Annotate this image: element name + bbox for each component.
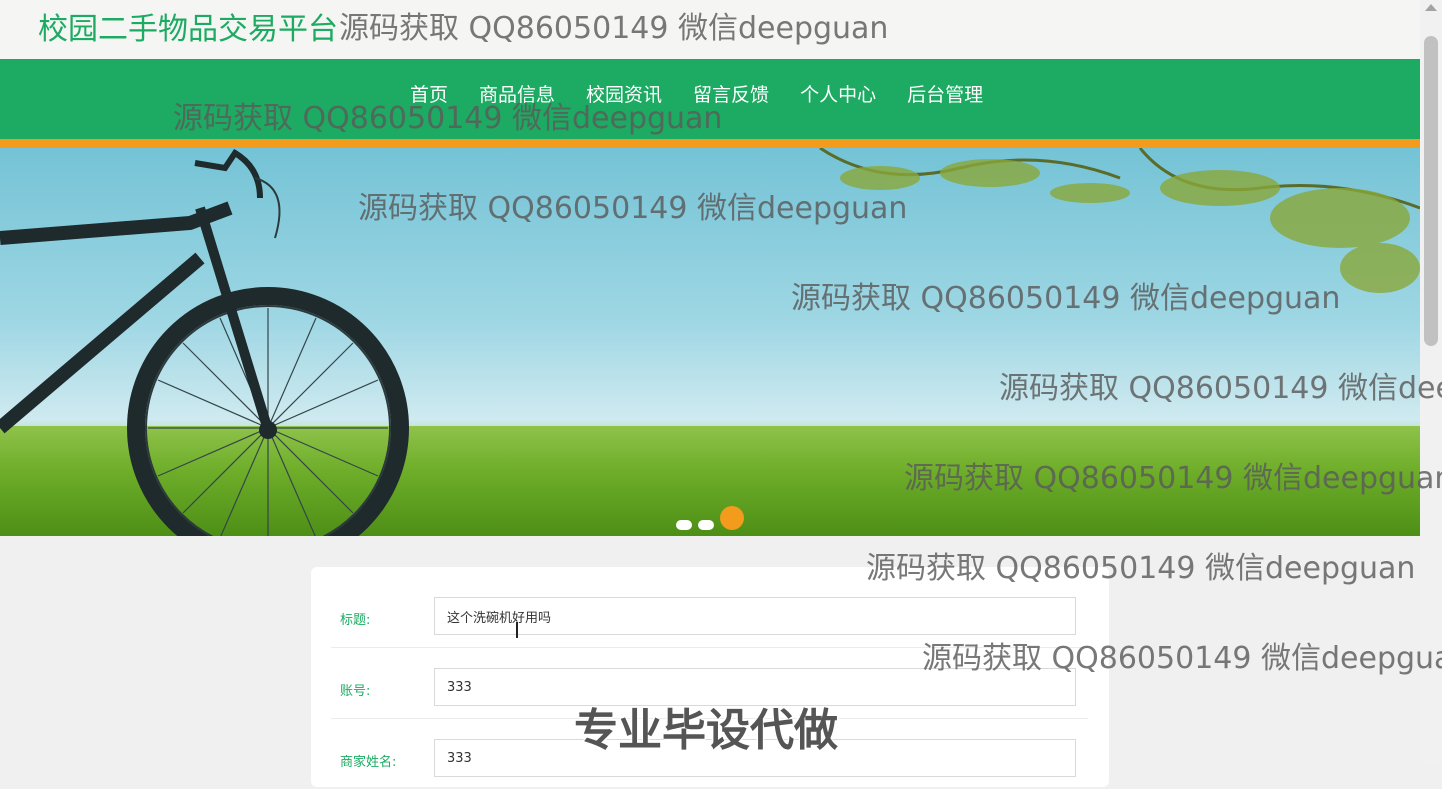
nav-items: 首页 商品信息 校园资讯 留言反馈 个人中心 后台管理 xyxy=(410,83,1014,107)
nav-item-feedback[interactable]: 留言反馈 xyxy=(693,83,769,107)
form-row-merchant: 商家姓名: xyxy=(331,719,1088,789)
merchant-name-label: 商家姓名: xyxy=(340,755,397,770)
banner-carousel[interactable] xyxy=(0,148,1420,536)
nav-item-profile[interactable]: 个人中心 xyxy=(800,83,876,107)
scroll-up-arrow-icon[interactable] xyxy=(1425,4,1437,11)
merchant-name-input[interactable] xyxy=(434,739,1076,777)
title-input[interactable] xyxy=(434,597,1076,635)
carousel-dot-1[interactable] xyxy=(676,520,692,530)
account-input[interactable] xyxy=(434,668,1076,706)
account-label: 账号: xyxy=(340,684,371,699)
tree-branches-image xyxy=(819,148,1420,293)
nav-item-news[interactable]: 校园资讯 xyxy=(586,83,662,107)
header-bar: 校园二手物品交易平台 xyxy=(0,0,1420,59)
form-row-account: 账号: xyxy=(331,648,1088,719)
carousel-dot-2[interactable] xyxy=(698,520,714,530)
question-form: 标题: 账号: 商家姓名: xyxy=(311,567,1109,787)
scrollbar-thumb[interactable] xyxy=(1424,36,1438,346)
main-nav: 首页 商品信息 校园资讯 留言反馈 个人中心 后台管理 xyxy=(0,59,1420,139)
carousel-dot-3[interactable] xyxy=(720,506,744,530)
form-row-title: 标题: xyxy=(331,587,1088,648)
nav-item-admin[interactable]: 后台管理 xyxy=(907,83,983,107)
nav-item-home[interactable]: 首页 xyxy=(410,83,448,107)
title-label: 标题: xyxy=(340,613,371,628)
bicycle-image xyxy=(0,148,409,536)
text-cursor xyxy=(516,622,518,638)
nav-item-products[interactable]: 商品信息 xyxy=(479,83,555,107)
site-title[interactable]: 校园二手物品交易平台 xyxy=(38,10,338,50)
accent-strip xyxy=(0,139,1420,148)
